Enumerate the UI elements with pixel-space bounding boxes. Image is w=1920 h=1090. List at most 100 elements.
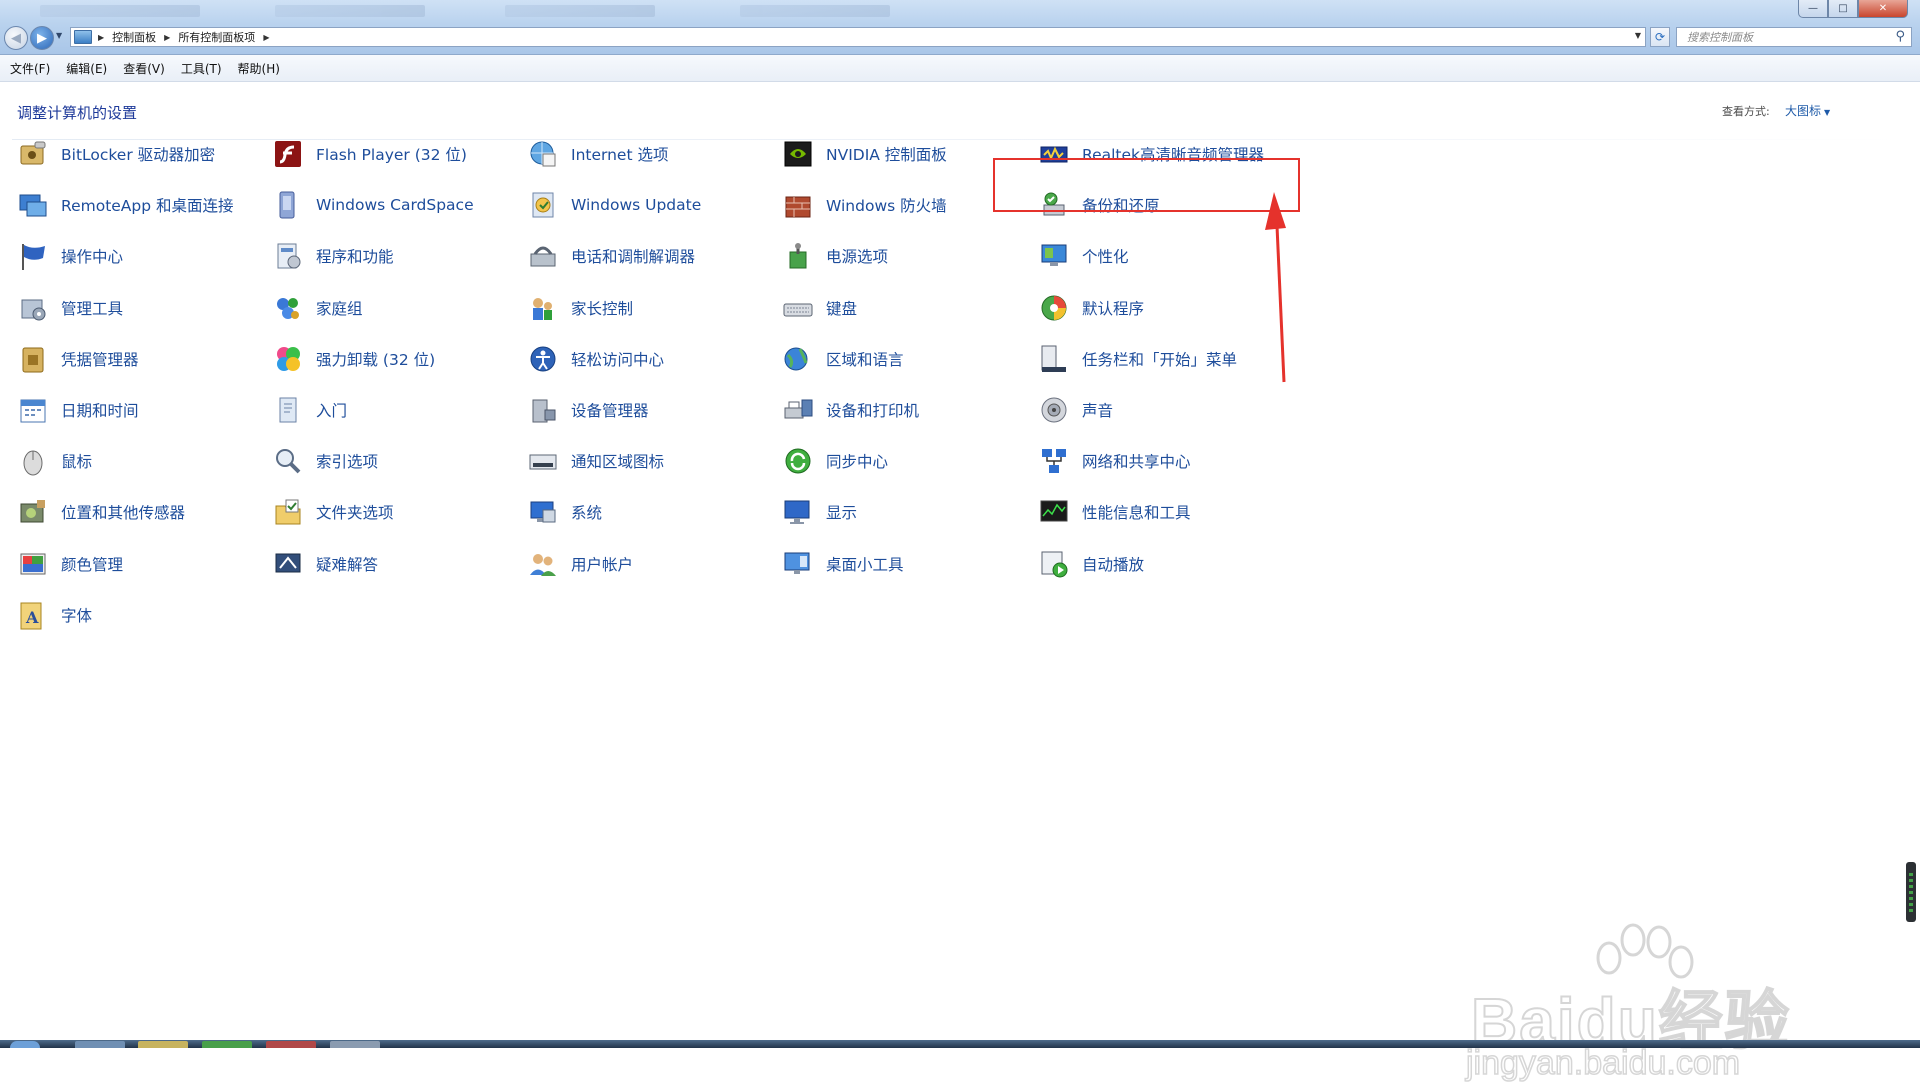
control-panel-item-label[interactable]: 索引选项: [316, 450, 378, 472]
control-panel-item-uninstaller[interactable]: 强力卸载 (32 位): [272, 339, 435, 379]
menu-tools[interactable]: 工具(T): [173, 60, 230, 77]
control-panel-item-network-sharing[interactable]: 网络和共享中心: [1038, 441, 1191, 481]
control-panel-item-phone-modem[interactable]: 电话和调制解调器: [527, 236, 695, 276]
scrollbar-thumb[interactable]: [1906, 862, 1916, 922]
control-panel-item-label[interactable]: 颜色管理: [61, 553, 123, 575]
taskbar-button-explorer[interactable]: [138, 1041, 188, 1048]
taskbar-button-app[interactable]: [202, 1041, 252, 1048]
control-panel-item-label[interactable]: 网络和共享中心: [1082, 450, 1191, 472]
control-panel-item-admin-tools[interactable]: 管理工具: [17, 288, 123, 328]
control-panel-item-flash-player[interactable]: Flash Player (32 位): [272, 134, 467, 174]
control-panel-item-internet-options[interactable]: Internet 选项: [527, 134, 668, 174]
view-by-dropdown[interactable]: 大图标 ▼: [1785, 102, 1830, 119]
control-panel-item-default-programs[interactable]: 默认程序: [1038, 288, 1144, 328]
control-panel-item-label[interactable]: 显示: [826, 501, 857, 523]
minimize-button[interactable]: —: [1798, 0, 1828, 18]
control-panel-item-label[interactable]: 任务栏和「开始」菜单: [1082, 348, 1237, 370]
control-panel-item-label[interactable]: 强力卸载 (32 位): [316, 348, 435, 370]
control-panel-item-sync-center[interactable]: 同步中心: [782, 441, 888, 481]
control-panel-item-label[interactable]: 设备管理器: [571, 399, 649, 421]
chevron-down-icon[interactable]: ▼: [1824, 108, 1830, 117]
control-panel-item-label[interactable]: 凭据管理器: [61, 348, 139, 370]
control-panel-item-cardspace[interactable]: Windows CardSpace: [272, 185, 474, 225]
control-panel-item-user-accounts[interactable]: 用户帐户: [527, 544, 633, 584]
control-panel-item-power-options[interactable]: 电源选项: [782, 236, 888, 276]
breadcrumb-separator-icon[interactable]: ▶: [263, 33, 269, 42]
close-button[interactable]: ✕: [1858, 0, 1908, 18]
control-panel-item-system[interactable]: 系统: [527, 492, 602, 532]
control-panel-item-performance[interactable]: 性能信息和工具: [1038, 492, 1191, 532]
control-panel-item-programs-features[interactable]: 程序和功能: [272, 236, 394, 276]
control-panel-item-label[interactable]: 桌面小工具: [826, 553, 904, 575]
control-panel-item-bitlocker[interactable]: BitLocker 驱动器加密: [17, 134, 215, 174]
control-panel-item-label[interactable]: 日期和时间: [61, 399, 139, 421]
control-panel-item-label[interactable]: 区域和语言: [826, 348, 904, 370]
control-panel-item-ease-of-access[interactable]: 轻松访问中心: [527, 339, 664, 379]
control-panel-item-label[interactable]: 位置和其他传感器: [61, 501, 185, 523]
control-panel-item-label[interactable]: 字体: [61, 604, 92, 626]
control-panel-item-devices-printers[interactable]: 设备和打印机: [782, 390, 919, 430]
control-panel-item-nvidia[interactable]: NVIDIA 控制面板: [782, 134, 947, 174]
menu-view[interactable]: 查看(V): [115, 60, 173, 77]
breadcrumb-separator-icon[interactable]: ▶: [98, 33, 104, 42]
breadcrumb-separator-icon[interactable]: ▶: [164, 33, 170, 42]
control-panel-item-notification-area[interactable]: 通知区域图标: [527, 441, 664, 481]
back-button[interactable]: ◀: [4, 26, 28, 50]
start-button[interactable]: [10, 1041, 40, 1048]
control-panel-item-label[interactable]: 性能信息和工具: [1082, 501, 1191, 523]
control-panel-item-fonts[interactable]: A 字体: [17, 595, 92, 635]
control-panel-item-label[interactable]: 家长控制: [571, 297, 633, 319]
control-panel-item-windows-update[interactable]: Windows Update: [527, 185, 701, 225]
control-panel-item-display[interactable]: 显示: [782, 492, 857, 532]
control-panel-item-label[interactable]: 电源选项: [826, 245, 888, 267]
search-box[interactable]: ⚲: [1676, 27, 1912, 47]
search-icon[interactable]: ⚲: [1895, 29, 1905, 44]
control-panel-item-label[interactable]: Windows 防火墙: [826, 194, 947, 216]
control-panel-item-firewall[interactable]: Windows 防火墙: [782, 185, 947, 225]
control-panel-item-mouse[interactable]: 鼠标: [17, 441, 92, 481]
control-panel-item-sound[interactable]: 声音: [1038, 390, 1113, 430]
control-panel-item-getting-started[interactable]: 入门: [272, 390, 347, 430]
control-panel-item-label[interactable]: 疑难解答: [316, 553, 378, 575]
control-panel-item-remoteapp[interactable]: RemoteApp 和桌面连接: [17, 185, 234, 225]
forward-button[interactable]: ▶: [30, 26, 54, 50]
address-dropdown-icon[interactable]: ▼: [1635, 31, 1641, 40]
vertical-scrollbar[interactable]: [1900, 82, 1918, 1040]
breadcrumb-all-items[interactable]: 所有控制面板项: [178, 29, 255, 45]
control-panel-item-parental-controls[interactable]: 家长控制: [527, 288, 633, 328]
control-panel-item-label[interactable]: 用户帐户: [571, 553, 633, 575]
recent-pages-dropdown-icon[interactable]: ▼: [56, 31, 62, 40]
control-panel-item-label[interactable]: 个性化: [1082, 245, 1129, 267]
taskbar-button-browser[interactable]: [266, 1041, 316, 1048]
control-panel-item-label[interactable]: Internet 选项: [571, 143, 668, 165]
control-panel-item-gadgets[interactable]: 桌面小工具: [782, 544, 904, 584]
control-panel-item-color-management[interactable]: 颜色管理: [17, 544, 123, 584]
menu-file[interactable]: 文件(F): [0, 60, 58, 77]
control-panel-item-label[interactable]: 入门: [316, 399, 347, 421]
control-panel-item-label[interactable]: 程序和功能: [316, 245, 394, 267]
control-panel-item-location-sensors[interactable]: 位置和其他传感器: [17, 492, 185, 532]
breadcrumb-control-panel[interactable]: 控制面板: [112, 29, 156, 45]
control-panel-item-label[interactable]: BitLocker 驱动器加密: [61, 143, 215, 165]
control-panel-item-label[interactable]: 操作中心: [61, 245, 123, 267]
control-panel-item-folder-options[interactable]: 文件夹选项: [272, 492, 394, 532]
control-panel-item-indexing-options[interactable]: 索引选项: [272, 441, 378, 481]
control-panel-item-label[interactable]: 电话和调制解调器: [571, 245, 695, 267]
control-panel-item-label[interactable]: Windows CardSpace: [316, 196, 474, 214]
search-input[interactable]: [1685, 29, 1879, 45]
menu-help[interactable]: 帮助(H): [230, 60, 288, 77]
control-panel-item-personalization[interactable]: 个性化: [1038, 236, 1129, 276]
refresh-button[interactable]: ⟳: [1650, 27, 1670, 47]
control-panel-item-autoplay[interactable]: 自动播放: [1038, 544, 1144, 584]
control-panel-item-label[interactable]: 默认程序: [1082, 297, 1144, 319]
control-panel-item-label[interactable]: 同步中心: [826, 450, 888, 472]
control-panel-item-taskbar-start[interactable]: 任务栏和「开始」菜单: [1038, 339, 1237, 379]
control-panel-item-action-center-flag[interactable]: 操作中心: [17, 236, 123, 276]
control-panel-item-label[interactable]: 键盘: [826, 297, 857, 319]
control-panel-item-date-time[interactable]: 日期和时间: [17, 390, 139, 430]
control-panel-item-label[interactable]: Flash Player (32 位): [316, 143, 467, 165]
control-panel-item-label[interactable]: 设备和打印机: [826, 399, 919, 421]
maximize-button[interactable]: □: [1828, 0, 1858, 18]
view-by-value[interactable]: 大图标: [1785, 104, 1821, 118]
control-panel-item-label[interactable]: 系统: [571, 501, 602, 523]
